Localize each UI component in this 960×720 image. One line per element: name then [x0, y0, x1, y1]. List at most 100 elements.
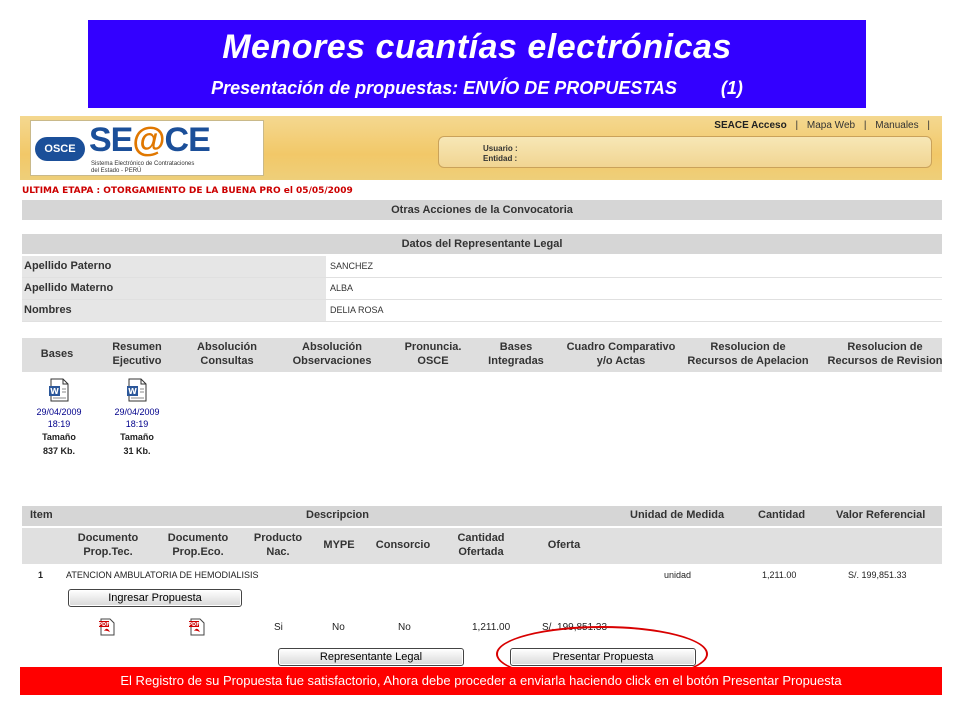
- item-descripcion: ATENCION AMBULATORIA DE HEMODIALISIS: [66, 570, 259, 580]
- slide-subtitle-tag: (1): [720, 78, 743, 98]
- doc-date[interactable]: 29/04/2009: [24, 406, 94, 418]
- header-line: Recursos de Apelacion: [687, 355, 809, 367]
- menu-manuales[interactable]: Manuales: [875, 120, 918, 131]
- rep-row-nombres: Nombres DELIA ROSA: [22, 300, 942, 322]
- user-info-box: Usuario : Entidad :: [438, 136, 932, 168]
- slide-title: Menores cuantías electrónicas: [222, 28, 732, 66]
- items-header-unidad: Unidad de Medida: [630, 509, 725, 521]
- sub-doc-prop-tec: Documento Prop.Tec.: [66, 531, 150, 559]
- docs-header-bases-integradas: Bases Integradas: [478, 340, 554, 368]
- datos-representante-bar: Datos del Representante Legal: [22, 234, 942, 254]
- seace-logo-text: SE@CE: [89, 121, 211, 160]
- documents-header: Bases Resumen Ejecutivo Absolución Consult…: [22, 338, 942, 372]
- header-line: Absolución: [302, 341, 362, 353]
- header-line: Absolución: [197, 341, 257, 353]
- sub-mype: MYPE: [323, 539, 355, 551]
- seace-screenshot: OSCE SE@CE Sistema Electrónico de Contra…: [20, 116, 942, 696]
- item-cantidad: 1,211.00: [762, 570, 797, 580]
- svg-text:PDF: PDF: [188, 622, 199, 628]
- consorcio-value: No: [398, 622, 411, 633]
- docs-header-bases: Bases: [22, 347, 92, 361]
- representante-legal-button[interactable]: Representante Legal: [278, 648, 464, 666]
- doc-date[interactable]: 29/04/2009: [102, 406, 172, 418]
- menu-separator: |: [927, 120, 930, 131]
- otras-acciones-bar[interactable]: Otras Acciones de la Convocatoria: [22, 200, 942, 220]
- pdf-doc-icon[interactable]: PDF: [98, 618, 116, 636]
- header-line: Documento: [77, 532, 139, 544]
- items-header-item: Item: [30, 509, 53, 521]
- doc-time[interactable]: 18:19: [24, 418, 94, 430]
- header-line: Bases: [499, 341, 533, 353]
- slide-subtitle-text: Presentación de propuestas: ENVÍO DE PRO…: [211, 78, 677, 98]
- cantidad-ofertada-value: 1,211.00: [472, 622, 511, 633]
- osce-badge: OSCE: [35, 137, 85, 161]
- entidad-label: Entidad :: [483, 154, 518, 163]
- sub-cantidad-ofertada: Cantidad Ofertada: [446, 531, 516, 559]
- menu-mapa-web[interactable]: Mapa Web: [807, 120, 855, 131]
- item-valor: S/. 199,851.33: [848, 570, 907, 580]
- menu-seace-acceso[interactable]: SEACE Acceso: [714, 120, 786, 131]
- slide-title-banner: Menores cuantías electrónicas Presentaci…: [88, 20, 866, 108]
- document-resumen-ejecutivo[interactable]: W 29/04/2009 18:19 Tamaño 31 Kb.: [102, 378, 172, 458]
- status-message: El Registro de su Propuesta fue satisfac…: [20, 667, 942, 695]
- word-doc-icon[interactable]: W: [48, 378, 70, 402]
- slide-subtitle: Presentación de propuestas: ENVÍO DE PRO…: [88, 78, 866, 99]
- sub-consorcio: Consorcio: [375, 539, 431, 551]
- sub-doc-prop-eco: Documento Prop.Eco.: [156, 531, 240, 559]
- header-line: Prop.Tec.: [83, 546, 133, 558]
- usuario-label: Usuario :: [483, 144, 518, 153]
- docs-header-pronuncia: Pronuncia. OSCE: [390, 340, 476, 368]
- svg-text:W: W: [128, 387, 137, 396]
- word-doc-icon[interactable]: W: [126, 378, 148, 402]
- rep-label: Nombres: [22, 300, 326, 321]
- docs-header-abs-observaciones: Absolución Observaciones: [282, 340, 382, 368]
- item-number: 1: [38, 570, 44, 580]
- etapa-label: ULTIMA ETAPA : OTORGAMIENTO DE LA BUENA …: [22, 186, 353, 196]
- doc-size-label: Tamaño: [42, 432, 76, 442]
- rep-row-apellido-materno: Apellido Materno ALBA: [22, 278, 942, 300]
- header-line: OSCE: [417, 355, 449, 367]
- logo-caption-2: del Estado - PERÚ: [91, 168, 142, 174]
- mype-value: No: [332, 622, 345, 633]
- header-line: Documento: [167, 532, 229, 544]
- rep-label: Apellido Materno: [22, 278, 326, 299]
- header-line: Producto: [253, 532, 303, 544]
- items-header: Item Descripcion Unidad de Medida Cantid…: [22, 506, 942, 526]
- sub-producto-nac: Producto Nac.: [246, 531, 310, 559]
- document-bases[interactable]: W 29/04/2009 18:19 Tamaño 837 Kb.: [24, 378, 94, 458]
- logo-caption-1: Sistema Electrónico de Contrataciones: [91, 161, 195, 167]
- header-line: Prop.Eco.: [172, 546, 224, 558]
- ingresar-propuesta-button[interactable]: Ingresar Propuesta: [68, 589, 242, 607]
- header-line: Ofertada: [458, 546, 504, 558]
- svg-text:PDF: PDF: [98, 622, 109, 628]
- header-line: Resumen: [112, 341, 162, 353]
- sub-oferta: Oferta: [547, 539, 581, 551]
- pdf-doc-icon[interactable]: PDF: [188, 618, 206, 636]
- docs-header-resumen: Resumen Ejecutivo: [98, 340, 176, 368]
- seace-logo[interactable]: OSCE SE@CE Sistema Electrónico de Contra…: [30, 120, 264, 176]
- menu-separator: |: [863, 120, 867, 131]
- rep-value: DELIA ROSA: [330, 305, 384, 315]
- menu-separator: |: [795, 120, 799, 131]
- doc-time[interactable]: 18:19: [102, 418, 172, 430]
- items-header-valor: Valor Referencial: [836, 509, 926, 521]
- header-line: Resolucion de: [847, 341, 923, 353]
- doc-size: 837 Kb.: [42, 446, 75, 456]
- logo-text-se: SE: [89, 121, 133, 159]
- header-line: Consultas: [200, 355, 254, 367]
- items-header-descripcion: Descripcion: [306, 509, 369, 521]
- header-line: Nac.: [266, 546, 290, 558]
- rep-value: SANCHEZ: [330, 261, 374, 271]
- header-line: Recursos de Revision: [827, 355, 942, 367]
- header-line: Cuadro Comparativo: [566, 341, 676, 353]
- doc-size-label: Tamaño: [120, 432, 154, 442]
- docs-header-revision: Resolucion de Recursos de Revision: [820, 340, 942, 368]
- header-line: Bases: [40, 348, 74, 360]
- item-unidad: unidad: [664, 570, 692, 580]
- top-menu: SEACE Acceso | Mapa Web | Manuales |: [714, 120, 930, 131]
- header-line: y/o Actas: [596, 355, 646, 367]
- docs-header-apelacion: Resolucion de Recursos de Apelacion: [678, 340, 818, 368]
- header-line: Resolucion de: [710, 341, 786, 353]
- items-subheader: Documento Prop.Tec. Documento Prop.Eco. Pr…: [22, 528, 942, 564]
- header-line: Cantidad: [457, 532, 505, 544]
